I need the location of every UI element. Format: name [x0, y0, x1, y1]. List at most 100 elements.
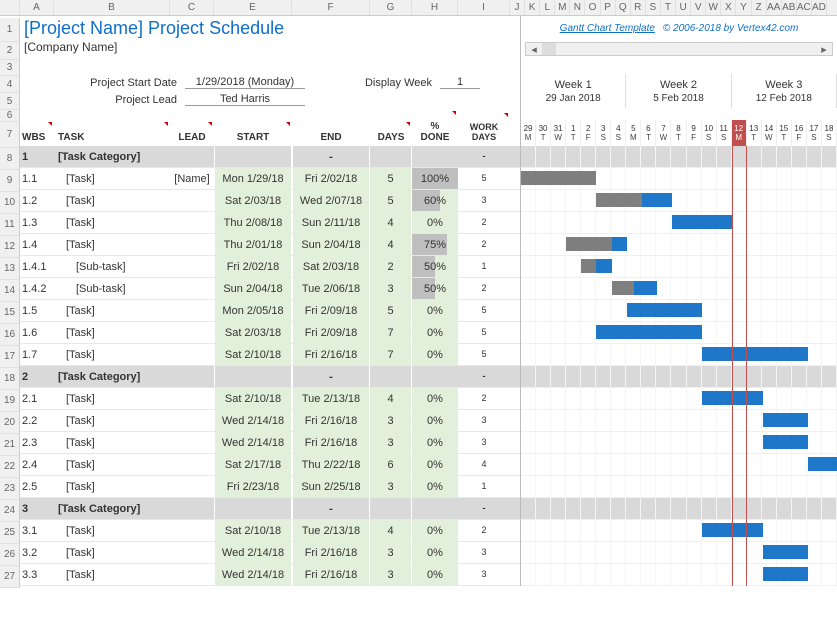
gantt-row	[521, 564, 837, 586]
col-days: DAYS	[370, 132, 412, 143]
table-row[interactable]: 2 [Task Category] - -	[20, 366, 520, 388]
table-row[interactable]: 1.2 [Task] Sat 2/03/18 Wed 2/07/18 5 60%…	[20, 190, 520, 212]
table-row[interactable]: 3 [Task Category] - -	[20, 498, 520, 520]
table-row[interactable]: 2.3 [Task] Wed 2/14/18 Fri 2/16/18 3 0% …	[20, 432, 520, 454]
lead-value[interactable]: Ted Harris	[185, 93, 305, 106]
page-title: [Project Name] Project Schedule	[20, 18, 284, 39]
day-block: 6T	[641, 120, 656, 146]
gantt-row	[521, 410, 837, 432]
table-row[interactable]: 3.2 [Task] Wed 2/14/18 Fri 2/16/18 3 0% …	[20, 542, 520, 564]
display-week-value[interactable]: 1	[440, 76, 480, 89]
table-row[interactable]: 1.4.1 [Sub-task] Fri 2/02/18 Sat 2/03/18…	[20, 256, 520, 278]
col-done: %DONE	[412, 121, 458, 143]
gantt-row	[521, 542, 837, 564]
day-block: 7W	[656, 120, 671, 146]
column-headers: ABCEFGHIJKLMNOPQRSTUVWXYZAAABACAD	[0, 0, 837, 16]
day-block: 10S	[702, 120, 717, 146]
table-header: WBS TASK LEAD START END DAYS %DONE WORKD…	[20, 120, 520, 146]
week-header: Week 129 Jan 2018Week 25 Feb 2018Week 31…	[521, 74, 837, 108]
gantt-row	[521, 146, 837, 168]
gantt-bar	[763, 567, 808, 581]
gantt-row	[521, 388, 837, 410]
day-block: 1T	[566, 120, 581, 146]
scroll-thumb[interactable]	[542, 43, 556, 55]
gantt-row	[521, 344, 837, 366]
gantt-row	[521, 168, 837, 190]
table-row[interactable]: 1.7 [Task] Sat 2/10/18 Fri 2/16/18 7 0% …	[20, 344, 520, 366]
gantt-row	[521, 212, 837, 234]
scroll-left-button[interactable]: ◂	[526, 42, 542, 56]
table-row[interactable]: 1.6 [Task] Sat 2/03/18 Fri 2/09/18 7 0% …	[20, 322, 520, 344]
gantt-row	[521, 366, 837, 388]
gantt-bar	[596, 259, 611, 273]
col-lead: LEAD	[170, 132, 214, 143]
day-block: 31W	[551, 120, 566, 146]
gantt-bar	[627, 303, 702, 317]
day-block: 29M	[521, 120, 536, 146]
day-block: 9F	[687, 120, 702, 146]
gantt-bar	[808, 457, 837, 471]
gantt-row	[521, 498, 837, 520]
gantt-bar-done	[581, 259, 596, 273]
table-row[interactable]: 1 [Task Category] - -	[20, 146, 520, 168]
week-scrollbar[interactable]: ◂ ▸	[525, 42, 833, 56]
gantt-bar	[702, 523, 762, 537]
company-name[interactable]: [Company Name]	[20, 40, 520, 54]
table-row[interactable]: 2.4 [Task] Sat 2/17/18 Thu 2/22/18 6 0% …	[20, 454, 520, 476]
table-row[interactable]: 3.1 [Task] Sat 2/10/18 Tue 2/13/18 4 0% …	[20, 520, 520, 542]
table-row[interactable]: 1.5 [Task] Mon 2/05/18 Fri 2/09/18 5 0% …	[20, 300, 520, 322]
week-block: Week 312 Feb 2018	[732, 74, 837, 108]
day-header: 29M30T31W1T2F3S4S5M6T7W8T9F10S11S12M13T1…	[521, 120, 837, 146]
gantt-row	[521, 300, 837, 322]
gantt-bar	[763, 413, 808, 427]
day-block: 15T	[777, 120, 792, 146]
gantt-row	[521, 190, 837, 212]
col-task: TASK	[54, 132, 170, 143]
table-row[interactable]: 2.5 [Task] Fri 2/23/18 Sun 2/25/18 3 0% …	[20, 476, 520, 498]
credit-text: © 2006-2018 by Vertex42.com	[663, 23, 798, 34]
gantt-bar-done	[596, 193, 641, 207]
table-row[interactable]: 1.1 [Task] [Name] Mon 1/29/18 Fri 2/02/1…	[20, 168, 520, 190]
gantt-bar	[702, 347, 808, 361]
start-date-label: Project Start Date	[20, 77, 185, 89]
gantt-bar	[702, 391, 762, 405]
gantt-row	[521, 256, 837, 278]
table-row[interactable]: 1.4 [Task] Thu 2/01/18 Sun 2/04/18 4 75%…	[20, 234, 520, 256]
table-row[interactable]: 3.3 [Task] Wed 2/14/18 Fri 2/16/18 3 0% …	[20, 564, 520, 586]
gantt-bar	[634, 281, 657, 295]
day-block: 11S	[717, 120, 732, 146]
start-date-value[interactable]: 1/29/2018 (Monday)	[185, 76, 305, 89]
day-block: 8T	[671, 120, 686, 146]
table-row[interactable]: 2.1 [Task] Sat 2/10/18 Tue 2/13/18 4 0% …	[20, 388, 520, 410]
table-row[interactable]: 2.2 [Task] Wed 2/14/18 Fri 2/16/18 3 0% …	[20, 410, 520, 432]
day-block: 12M	[732, 120, 747, 146]
day-block: 13T	[747, 120, 762, 146]
day-block: 17S	[807, 120, 822, 146]
gantt-bar	[763, 435, 808, 449]
day-block: 4S	[611, 120, 626, 146]
col-end: END	[292, 132, 370, 143]
day-block: 16F	[792, 120, 807, 146]
credit-link[interactable]: Gantt Chart Template	[560, 23, 655, 34]
gantt-bar-done	[566, 237, 611, 251]
week-block: Week 129 Jan 2018	[521, 74, 626, 108]
gantt-bar-done	[612, 281, 635, 295]
gantt-row	[521, 234, 837, 256]
gantt-row	[521, 432, 837, 454]
day-block: 18S	[822, 120, 837, 146]
gantt-row	[521, 278, 837, 300]
table-row[interactable]: 1.3 [Task] Thu 2/08/18 Sun 2/11/18 4 0% …	[20, 212, 520, 234]
gantt-row	[521, 476, 837, 498]
table-row[interactable]: 1.4.2 [Sub-task] Sun 2/04/18 Tue 2/06/18…	[20, 278, 520, 300]
col-work: WORKDAYS	[458, 123, 510, 143]
col-wbs: WBS	[20, 132, 54, 143]
day-block: 30T	[536, 120, 551, 146]
gantt-bar	[672, 215, 732, 229]
gantt-bar	[612, 237, 627, 251]
gantt-row	[521, 322, 837, 344]
week-block: Week 25 Feb 2018	[626, 74, 731, 108]
gantt-bar	[763, 545, 808, 559]
scroll-right-button[interactable]: ▸	[816, 42, 832, 56]
day-block: 2F	[581, 120, 596, 146]
day-block: 3S	[596, 120, 611, 146]
